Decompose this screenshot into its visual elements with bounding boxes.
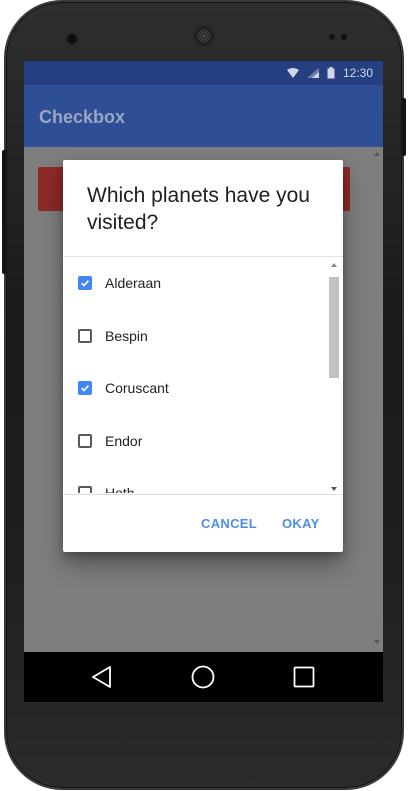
content-scroll-down-icon[interactable]	[374, 640, 380, 644]
action-bar: Checkbox	[24, 85, 383, 147]
light-sensor	[341, 34, 347, 40]
status-icons: 12:30	[286, 66, 373, 80]
list-item-endor[interactable]: Endor	[63, 415, 325, 467]
dialog-title: Which planets have you visited?	[87, 184, 310, 234]
nav-recents-button[interactable]	[292, 665, 316, 689]
back-icon	[92, 666, 111, 688]
item-label: Hoth	[105, 485, 135, 493]
volume-button[interactable]	[2, 150, 7, 274]
scroll-up-icon[interactable]	[331, 263, 337, 267]
list-item-coruscant[interactable]: Coruscant	[63, 362, 325, 414]
item-label: Coruscant	[105, 380, 169, 396]
signal-icon	[306, 68, 319, 78]
list-item-hoth[interactable]: Hoth	[63, 467, 325, 493]
screen: 12:30 Checkbox Which planets have you vi…	[24, 61, 383, 652]
checkbox-unchecked[interactable]	[78, 486, 92, 493]
item-label: Endor	[105, 433, 143, 449]
multi-choice-dialog: Which planets have you visited? Alderaan…	[63, 160, 343, 552]
dialog-divider	[63, 494, 343, 495]
planet-list[interactable]: Alderaan Bespin Coruscant Endor Hoth	[63, 257, 343, 493]
item-label: Bespin	[105, 328, 148, 344]
phone-frame: 12:30 Checkbox Which planets have you vi…	[0, 0, 408, 791]
front-camera	[67, 34, 77, 44]
checkmark-icon	[81, 280, 89, 287]
item-label: Alderaan	[105, 275, 162, 291]
wifi-icon	[286, 68, 299, 78]
list-item-alderaan[interactable]: Alderaan	[63, 257, 325, 309]
home-icon	[191, 665, 215, 689]
status-time: 12:30	[342, 66, 373, 80]
scrollbar-thumb[interactable]	[329, 277, 339, 378]
battery-icon	[327, 67, 335, 79]
scroll-down-icon[interactable]	[331, 487, 337, 491]
content-scroll-up-icon[interactable]	[374, 152, 380, 156]
navigation-bar	[24, 652, 383, 702]
nav-back-button[interactable]	[90, 665, 114, 689]
dialog-scrollbar[interactable]	[329, 263, 339, 491]
checkmark-icon	[81, 385, 89, 392]
power-button[interactable]	[401, 98, 406, 156]
recents-icon	[293, 666, 315, 688]
status-bar: 12:30	[24, 61, 383, 85]
checkbox-checked[interactable]	[78, 381, 92, 395]
cancel-button[interactable]: CANCEL	[201, 516, 257, 531]
nav-home-button[interactable]	[191, 665, 215, 689]
okay-button[interactable]: OKAY	[282, 516, 320, 531]
checkbox-unchecked[interactable]	[78, 434, 92, 448]
proximity-sensor	[329, 34, 335, 40]
checkbox-unchecked[interactable]	[78, 329, 92, 343]
app-title: Checkbox	[39, 107, 126, 127]
checkbox-checked[interactable]	[78, 276, 92, 290]
list-item-bespin[interactable]: Bespin	[63, 310, 325, 362]
earpiece-speaker	[194, 26, 214, 46]
